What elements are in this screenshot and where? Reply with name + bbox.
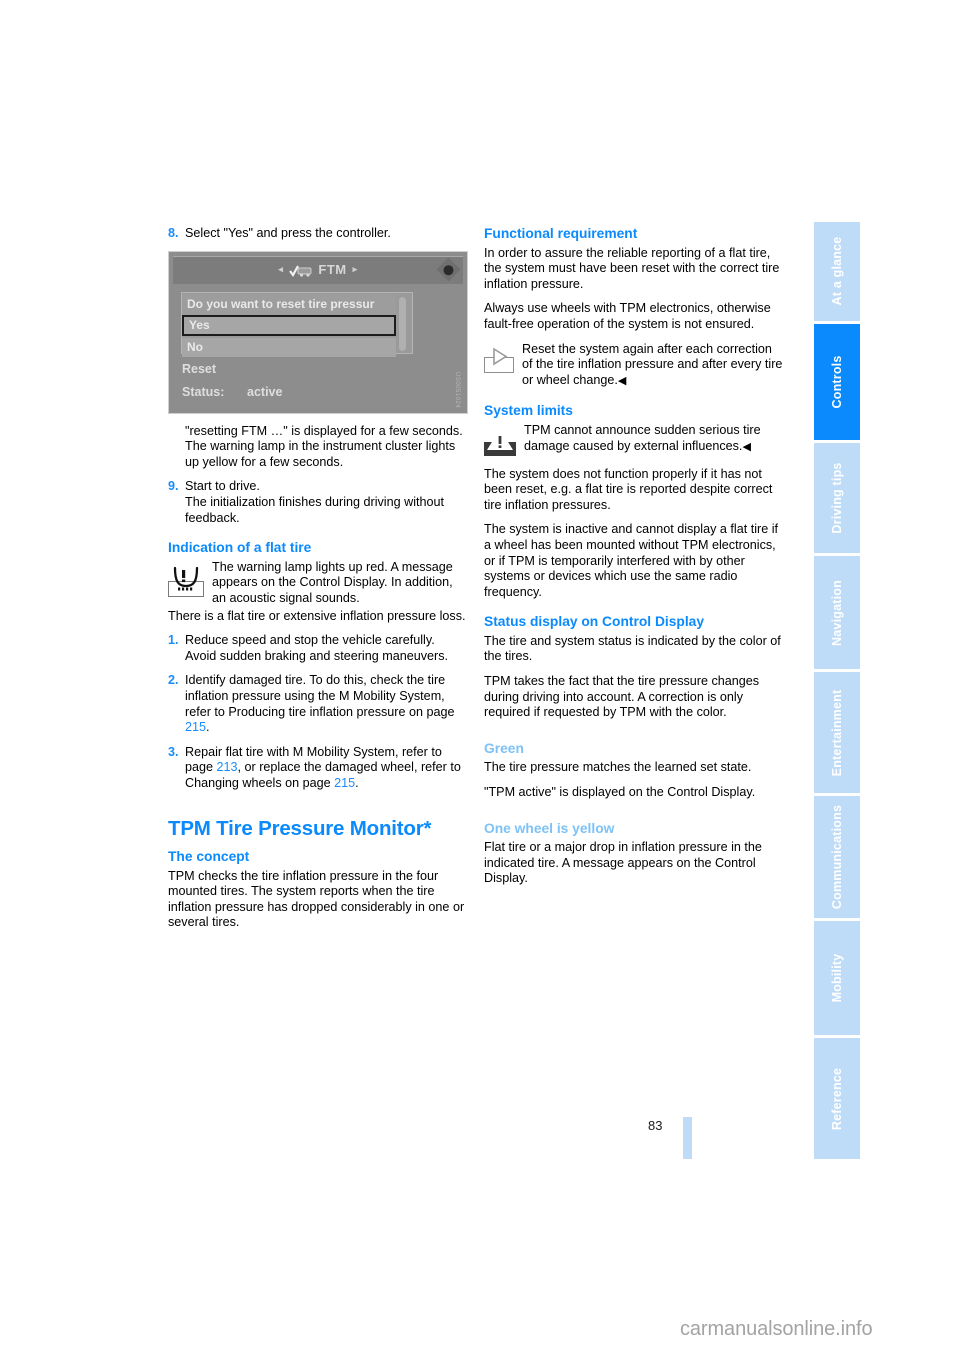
right-arrow-icon: ▸ [352,264,358,275]
heading-one-wheel-is-yellow: One wheel is yellow [484,820,615,836]
step-3-page-ref-2[interactable]: 215 [334,776,355,790]
ftm-screen-figure: ◂ FTM ▸ Do you want to reset tire pressu… [168,250,468,414]
step-2-body: Identify damaged tire. To do this, check… [185,673,468,735]
footer-watermark: carmanualsonline.info [680,1318,873,1340]
sidebar-label-entertainment: Entertainment [829,689,844,776]
heading-green: Green [484,740,524,756]
yellow-paragraph-1: Flat tire or a major drop in inflation p… [484,840,762,886]
ftm-option-no[interactable]: No [182,337,396,357]
flat-tire-icon-text: The warning lamp lights up red. A messag… [212,559,453,605]
left-arrow-icon: ◂ [278,264,284,275]
limits-warning-text-value: TPM cannot announce sudden serious tire … [524,422,761,453]
ftm-prompt: Do you want to reset tire pressur [182,294,396,314]
sidebar-item-entertainment[interactable]: Entertainment [814,672,860,793]
after-figure-text: "resetting FTM …" is displayed for a few… [185,423,463,469]
sidebar-item-mobility[interactable]: Mobility [814,920,860,1036]
ftm-option-yes[interactable]: Yes [182,314,396,336]
status-paragraph-2: TPM takes the fact that the tire pressur… [484,674,760,720]
step-3-page-ref-1[interactable]: 213 [217,760,238,774]
sidebar-item-navigation[interactable]: Navigation [814,556,860,670]
note-block: Reset the system again after each correc… [484,342,784,390]
ftm-status-label: Status: [182,384,225,399]
step-8-number: 8. [168,226,179,240]
status-paragraph-1: The tire and system status is indicated … [484,633,781,664]
step-2-number: 2. [168,673,179,688]
sidebar-label-driving-tips: Driving tips [829,462,844,534]
heading-functional-requirement: Functional requirement [484,226,638,241]
limits-end-mark: ◀ [742,440,751,453]
heading-indication-flat-tire: Indication of a flat tire [168,540,312,556]
sidebar-item-controls[interactable]: Controls [814,323,860,440]
ftm-title: FTM [318,262,347,278]
heading-system-limits: System limits [484,403,573,419]
step-2-text-a: Identify damaged tire. To do this, check… [185,673,455,719]
sidebar-item-communications[interactable]: Communications [814,795,860,918]
flat-tire-step-2: 2. Identify damaged tire. To do this, ch… [168,673,468,735]
step-2-page-ref[interactable]: 215 [185,720,206,734]
ftm-reset-label: Reset [182,361,217,376]
page-number: 83 [648,1118,663,1133]
section-tab-navigation: At a glance Controls Driving tips Naviga… [814,222,860,1162]
note-text-value: Reset the system again after each correc… [522,341,783,387]
green-paragraph-2: "TPM active" is displayed on the Control… [484,785,756,800]
heading-tpm-tire-pressure-monitor: TPM Tire Pressure Monitor* [168,817,432,841]
left-text-column: 8. Select "Yes" and press the controller… [168,226,468,940]
step-9-number: 9. [168,479,179,494]
figure-watermark: US0051024 [454,372,460,409]
sidebar-label-reference: Reference [829,1067,844,1130]
step-9-body: Start to drive. The initialization finis… [185,479,468,526]
ftm-dialog: Do you want to reset tire pressur Yes No [181,291,413,357]
flat-tire-paragraph: There is a flat tire or extensive inflat… [168,608,466,623]
step-8: 8. Select "Yes" and press the controller… [168,226,468,242]
sidebar-item-reference[interactable]: Reference [814,1038,860,1160]
tpm-warning-lamp-icon [168,562,204,598]
limits-warning-text: TPM cannot announce sudden serious tire … [524,423,784,455]
note-end-mark: ◀ [617,374,627,387]
note-triangle-icon [484,344,514,374]
step-3-text-c: . [355,775,359,790]
green-paragraph-1: The tire pressure matches the learned se… [484,760,752,775]
warning-triangle-icon [484,425,516,458]
step-3-body: Repair flat tire with M Mobility System,… [185,745,468,792]
flat-tire-steps: 1. Reduce speed and stop the vehicle car… [168,633,468,791]
warning-block: TPM cannot announce sudden serious tire … [484,423,784,458]
step-9: 9. Start to drive. The initialization fi… [168,479,468,526]
flat-tire-step-3: 3. Repair flat tire with M Mobility Syst… [168,745,468,792]
sidebar-label-navigation: Navigation [829,579,844,646]
limits-paragraph-2: The system is inactive and cannot displa… [484,522,778,599]
ftm-tire-check-icon [289,264,313,277]
sidebar-label-mobility: Mobility [829,953,844,1003]
sidebar-item-at-a-glance[interactable]: At a glance [814,222,860,321]
step-1-number: 1. [168,633,179,648]
note-text: Reset the system again after each correc… [522,342,784,390]
step-8-text: Select "Yes" and press the controller. [185,226,391,240]
functional-paragraph-1: In order to assure the reliable reportin… [484,245,780,291]
sidebar-item-driving-tips[interactable]: Driving tips [814,442,860,554]
limits-paragraph-1: The system does not function properly if… [484,466,773,512]
page-number-bar [683,1117,692,1159]
heading-the-concept: The concept [168,849,250,865]
ftm-screen-header: ◂ FTM ▸ [173,255,463,284]
ftm-scrollbar[interactable] [399,296,406,351]
sidebar-label-communications: Communications [829,804,844,909]
sidebar-label-at-a-glance: At a glance [829,237,844,306]
step-9-text: Start to drive. [185,479,260,494]
flat-tire-step-1: 1. Reduce speed and stop the vehicle car… [168,633,468,664]
concept-text: TPM checks the tire inflation pressure i… [168,868,465,930]
step-2-text-b: . [206,720,210,735]
sidebar-label-controls: Controls [829,355,844,409]
heading-status-display: Status display on Control Display [484,614,705,630]
step-1-text: Reduce speed and stop the vehicle carefu… [185,633,449,663]
step-9-text2: The initialization finishes during drivi… [185,494,445,525]
right-text-column: Functional requirement In order to assur… [484,226,784,896]
manual-page: 8. Select "Yes" and press the controller… [0,0,960,1358]
functional-paragraph-2: Always use wheels with TPM electronics, … [484,301,771,331]
step-3-number: 3. [168,744,179,759]
flat-tire-icon-block: The warning lamp lights up red. A messag… [168,560,468,607]
ftm-status-value: active [247,384,283,399]
